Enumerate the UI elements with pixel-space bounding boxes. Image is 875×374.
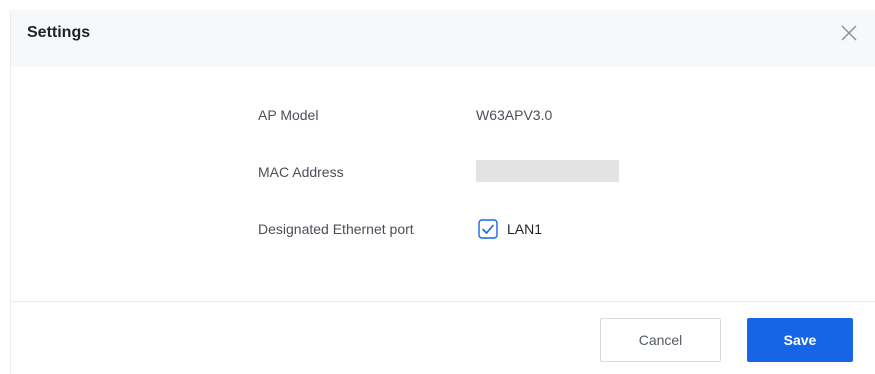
save-button[interactable]: Save [747, 318, 853, 362]
footer-divider [11, 301, 875, 302]
cancel-button[interactable]: Cancel [600, 318, 721, 362]
checkbox-checked-icon [478, 219, 498, 239]
close-icon [841, 25, 857, 41]
mac-address-redacted [476, 160, 619, 182]
dialog-header: Settings [11, 10, 875, 67]
lan1-label[interactable]: LAN1 [507, 221, 542, 237]
mac-address-label: MAC Address [258, 164, 344, 180]
ap-model-value: W63APV3.0 [476, 107, 553, 123]
ap-model-label: AP Model [258, 107, 319, 123]
settings-dialog: Settings AP Model W63APV3.0 MAC Address … [10, 10, 875, 374]
lan1-checkbox[interactable] [478, 219, 498, 239]
close-button[interactable] [839, 23, 859, 43]
ethernet-port-label: Designated Ethernet port [258, 221, 414, 237]
dialog-title: Settings [27, 24, 91, 41]
